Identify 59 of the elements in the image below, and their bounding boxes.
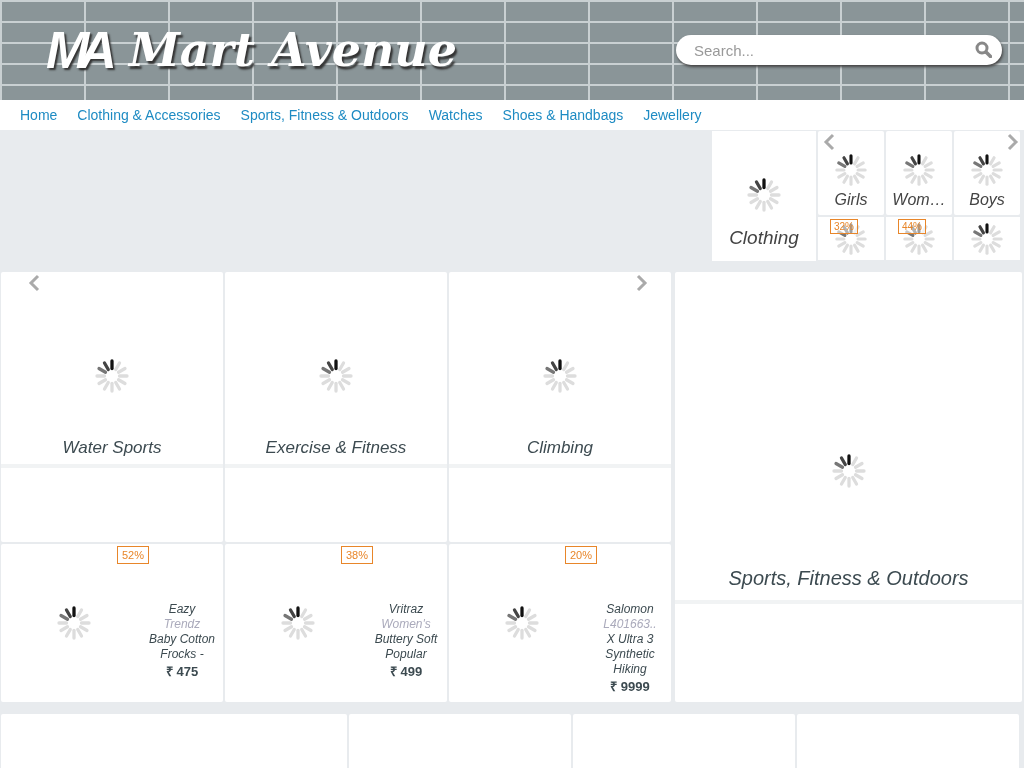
product-subtitle: L401663.. [603, 617, 657, 632]
loading-spinner-icon [970, 221, 1004, 256]
loading-spinner-icon [834, 153, 868, 187]
nav-link[interactable]: Shoes & Handbags [502, 107, 624, 123]
product-card[interactable]: 38% Vritraz Women's Buttery Soft Popular ₹ 499 [225, 544, 447, 702]
category-card[interactable]: Exercise & Fitness [225, 272, 447, 542]
nav-link[interactable]: Home [20, 107, 58, 123]
nav-link[interactable]: Watches [428, 107, 483, 123]
category-card[interactable]: Water Sports [1, 272, 223, 542]
category-label: Boys [969, 191, 1005, 209]
category-card[interactable]: Sports, Fitness & Outdoors [675, 272, 1022, 702]
loading-spinner-icon [318, 358, 354, 394]
nav-link[interactable]: Clothing & Accessories [77, 107, 221, 123]
nav-link[interactable]: Jewellery [643, 107, 702, 123]
product-brand: Eazy [168, 602, 196, 617]
category-label: Exercise & Fitness [265, 438, 407, 458]
loading-spinner-icon [902, 153, 936, 187]
product-card[interactable]: 20% Salomon L401663.. X Ultra 3 Synthetic Hiking ₹ 9999 [449, 544, 671, 702]
discount-badge: 20% [565, 546, 598, 564]
loading-spinner-icon [746, 177, 782, 213]
deal-tile[interactable] [954, 217, 1020, 260]
search-field[interactable]: Search... [676, 35, 1002, 65]
loading-spinner-icon [94, 358, 130, 394]
category-label: Clothing [729, 227, 799, 249]
product-price: ₹ 9999 [610, 679, 650, 694]
loading-spinner-icon [56, 605, 92, 641]
product-name: Buttery Soft Popular [373, 632, 439, 662]
category-label: Sports, Fitness & Outdoors [728, 567, 969, 590]
product-price: ₹ 475 [165, 664, 199, 679]
category-label: Climbing [526, 438, 594, 458]
loading-spinner-icon [834, 221, 868, 256]
category-label: Water Sports [62, 438, 162, 458]
category-card[interactable]: Climbing [449, 272, 671, 542]
nav-link[interactable]: Sports, Fitness & Outdoors [240, 107, 409, 123]
product-subtitle: Women's [381, 617, 431, 632]
loading-spinner-icon [280, 605, 316, 641]
category-label: Girls [834, 191, 868, 209]
loading-spinner-icon [830, 453, 867, 489]
category-tile[interactable]: Boys [954, 131, 1020, 215]
product-brand: Vritraz [388, 602, 424, 617]
product-name: X Ultra 3 Synthetic Hiking [604, 632, 656, 677]
discount-badge: 52% [117, 546, 150, 564]
product-brand: Salomon [606, 602, 654, 617]
product-price: ₹ 499 [389, 664, 423, 679]
loading-spinner-icon [542, 358, 578, 394]
category-tile[interactable]: Clothing [712, 131, 816, 261]
product-name: Baby Cotton Frocks - [147, 632, 216, 662]
loading-spinner-icon [504, 605, 540, 641]
search-icon[interactable] [975, 41, 992, 58]
category-label: Wom… [892, 191, 946, 209]
discount-badge: 44% [898, 219, 926, 234]
loading-spinner-icon [970, 153, 1004, 187]
category-tile[interactable]: Wom… [886, 131, 952, 215]
product-card[interactable]: 52% Eazy Trendz Baby Cotton Frocks - ₹ 475 [1, 544, 223, 702]
discount-badge: 38% [341, 546, 374, 564]
category-tile[interactable]: Girls [818, 131, 884, 215]
product-subtitle: Trendz [163, 617, 201, 632]
loading-spinner-icon [902, 221, 936, 256]
discount-badge: 32% [830, 219, 858, 234]
